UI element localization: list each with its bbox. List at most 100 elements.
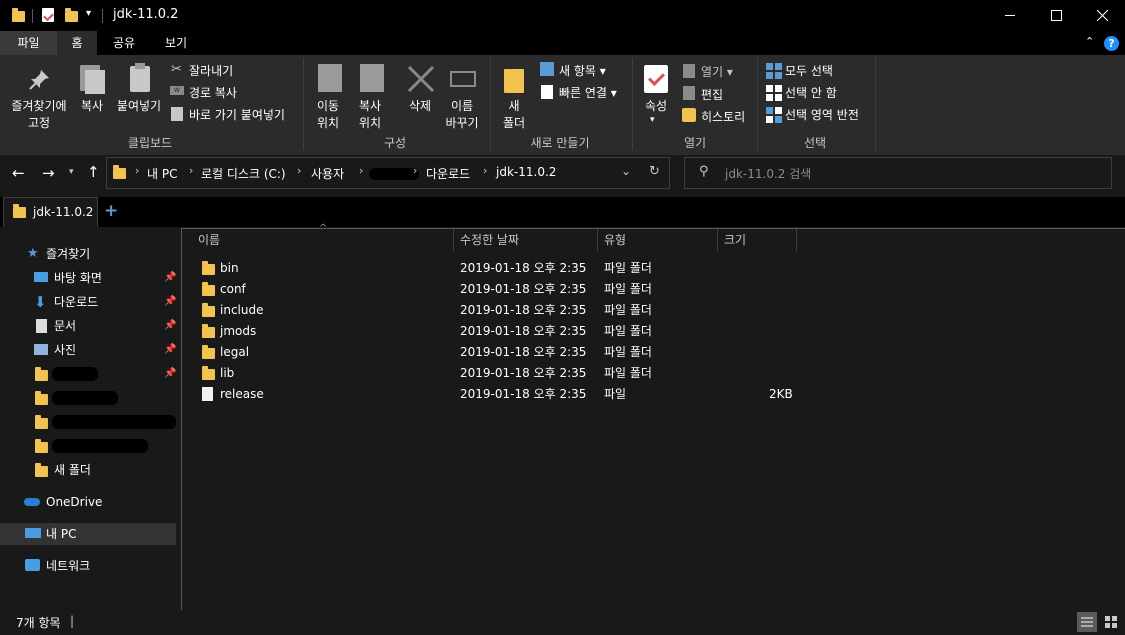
column-header-type[interactable]: 유형 (598, 229, 718, 251)
help-button[interactable]: ? (1104, 36, 1119, 51)
nav-desktop[interactable]: 바탕 화면 📌 (0, 267, 176, 289)
nav-new-folder[interactable]: 새 폴더 (0, 459, 176, 481)
item-count: 7개 항목 (16, 616, 61, 630)
file-name: bin (220, 261, 239, 275)
column-header-date[interactable]: 수정한 날짜 (454, 229, 598, 251)
new-tab-button[interactable]: + (104, 201, 118, 221)
group-separator (490, 58, 491, 150)
breadcrumb-separator: › (483, 164, 488, 177)
tab-view[interactable]: 보기 (152, 31, 200, 55)
nav-redacted-folder[interactable] (0, 435, 176, 457)
paste-button[interactable]: 붙여넣기 (114, 97, 164, 114)
nav-redacted-folder[interactable] (0, 411, 176, 433)
nav-label: 네트워크 (46, 559, 91, 573)
new-folder-quick-icon[interactable] (65, 8, 78, 22)
delete-icon (407, 65, 435, 96)
rename-button[interactable]: 이름 바꾸기 (440, 97, 484, 131)
new-item-label: 새 항목 (559, 64, 596, 78)
open-button[interactable]: 열기 ▾ (701, 63, 733, 80)
search-box[interactable]: ⚲ jdk-11.0.2 검색 (684, 157, 1112, 189)
recent-locations-icon[interactable]: ▾ (69, 167, 74, 177)
pin-label-line1: 즐겨찾기에 (11, 99, 67, 113)
pin-icon: 📌 (164, 272, 177, 283)
minimize-button[interactable] (987, 0, 1033, 31)
file-date: 2019-01-18 오후 2:35 (460, 324, 587, 338)
maximize-button[interactable] (1033, 0, 1079, 31)
properties-button[interactable]: 속성 (637, 97, 675, 114)
nav-pictures[interactable]: 사진 📌 (0, 339, 176, 361)
customize-quick-access-icon[interactable]: ▾ (86, 8, 91, 19)
collapse-ribbon-icon[interactable]: ⌃ (1085, 35, 1094, 48)
tab-home[interactable]: 홈 (57, 31, 97, 55)
breadcrumb-current[interactable]: jdk-11.0.2 (496, 165, 556, 179)
delete-button[interactable]: 삭제 (402, 97, 438, 114)
column-header-name[interactable]: 이름 (192, 229, 454, 251)
file-row[interactable]: release 2019-01-18 오후 2:35 파일 2KB (182, 384, 1122, 405)
redacted-label (52, 415, 176, 429)
nav-onedrive[interactable]: OneDrive (0, 491, 176, 513)
divider (102, 9, 103, 23)
pin-icon: 📌 (164, 344, 177, 355)
nav-redacted-folder[interactable]: 📌 (0, 363, 176, 385)
paste-shortcut-button[interactable]: 바로 가기 붙여넣기 (189, 106, 285, 123)
refresh-icon[interactable]: ↻ (649, 164, 660, 179)
new-folder-label-1: 새 (508, 99, 520, 113)
nav-label: 다운로드 (54, 295, 99, 309)
column-header-size[interactable]: 크기 (718, 229, 797, 251)
file-row[interactable]: jmods 2019-01-18 오후 2:35 파일 폴더 (182, 321, 1122, 342)
breadcrumb-downloads[interactable]: 다운로드 (426, 165, 470, 182)
file-row[interactable]: include 2019-01-18 오후 2:35 파일 폴더 (182, 300, 1122, 321)
nav-downloads[interactable]: ⬇ 다운로드 📌 (0, 291, 176, 313)
forward-arrow-icon[interactable]: → (42, 164, 55, 182)
details-view-button[interactable] (1077, 612, 1097, 632)
breadcrumb-local-disk[interactable]: 로컬 디스크 (C:) (201, 165, 286, 182)
select-none-button[interactable]: 선택 안 함 (785, 84, 837, 101)
address-bar[interactable]: › 내 PC › 로컬 디스크 (C:) › 사용자 › › 다운로드 › jd… (106, 157, 670, 189)
nav-quick-access[interactable]: ★ 즐겨찾기 (0, 243, 176, 265)
new-item-button[interactable]: 새 항목 ▾ (559, 62, 606, 79)
close-button[interactable] (1079, 0, 1125, 31)
back-arrow-icon[interactable]: ← (12, 164, 25, 182)
folder-icon (35, 367, 48, 381)
breadcrumb-this-pc[interactable]: 내 PC (147, 165, 177, 182)
tab-jdk[interactable]: jdk-11.0.2 (3, 197, 98, 227)
pin-to-quick-access-button[interactable]: 즐겨찾기에 고정 (6, 97, 72, 131)
folder-icon (12, 8, 25, 22)
easy-access-button[interactable]: 빠른 연결 ▾ (559, 84, 617, 101)
copy-path-button[interactable]: 경로 복사 (189, 84, 237, 101)
file-type: 파일 폴더 (604, 345, 652, 359)
nav-network[interactable]: 네트워크 (0, 555, 176, 577)
file-row[interactable]: legal 2019-01-18 오후 2:35 파일 폴더 (182, 342, 1122, 363)
move-to-button[interactable]: 이동 위치 (308, 97, 348, 131)
up-arrow-icon[interactable]: ↑ (87, 163, 100, 181)
copy-to-button[interactable]: 복사 위치 (350, 97, 390, 131)
status-bar: 7개 항목 | (0, 610, 1125, 634)
cut-button[interactable]: 잘라내기 (189, 62, 233, 79)
invert-selection-button[interactable]: 선택 영역 반전 (785, 106, 859, 123)
history-button[interactable]: 히스토리 (701, 108, 745, 125)
file-row[interactable]: conf 2019-01-18 오후 2:35 파일 폴더 (182, 279, 1122, 300)
copy-button[interactable]: 복사 (74, 97, 110, 114)
tab-file[interactable]: 파일 (0, 31, 57, 55)
nav-documents[interactable]: 문서 📌 (0, 315, 176, 337)
properties-quick-icon[interactable] (42, 8, 54, 22)
new-group-label: 새로 만들기 (530, 136, 590, 150)
file-row[interactable]: lib 2019-01-18 오후 2:35 파일 폴더 (182, 363, 1122, 384)
nav-redacted-folder[interactable] (0, 387, 176, 409)
star-icon: ★ (27, 246, 39, 261)
organize-group-label: 구성 (383, 136, 407, 150)
large-icons-view-button[interactable] (1101, 612, 1121, 632)
address-history-icon[interactable]: ⌄ (621, 164, 631, 178)
breadcrumb-users[interactable]: 사용자 (311, 165, 344, 182)
nav-this-pc[interactable]: 내 PC (0, 523, 176, 545)
select-all-button[interactable]: 모두 선택 (785, 62, 833, 79)
title-bar: ▾ jdk-11.0.2 (0, 0, 1125, 31)
file-row[interactable]: bin 2019-01-18 오후 2:35 파일 폴더 (182, 258, 1122, 279)
tab-share[interactable]: 공유 (102, 31, 146, 55)
nav-label: 즐겨찾기 (46, 247, 91, 261)
clipboard-group-label: 클립보드 (127, 136, 173, 150)
new-folder-button[interactable]: 새 폴더 (496, 97, 532, 131)
edit-button[interactable]: 편집 (701, 86, 723, 103)
properties-dropdown-icon[interactable]: ▾ (650, 115, 655, 125)
search-input[interactable]: jdk-11.0.2 검색 (725, 165, 811, 182)
